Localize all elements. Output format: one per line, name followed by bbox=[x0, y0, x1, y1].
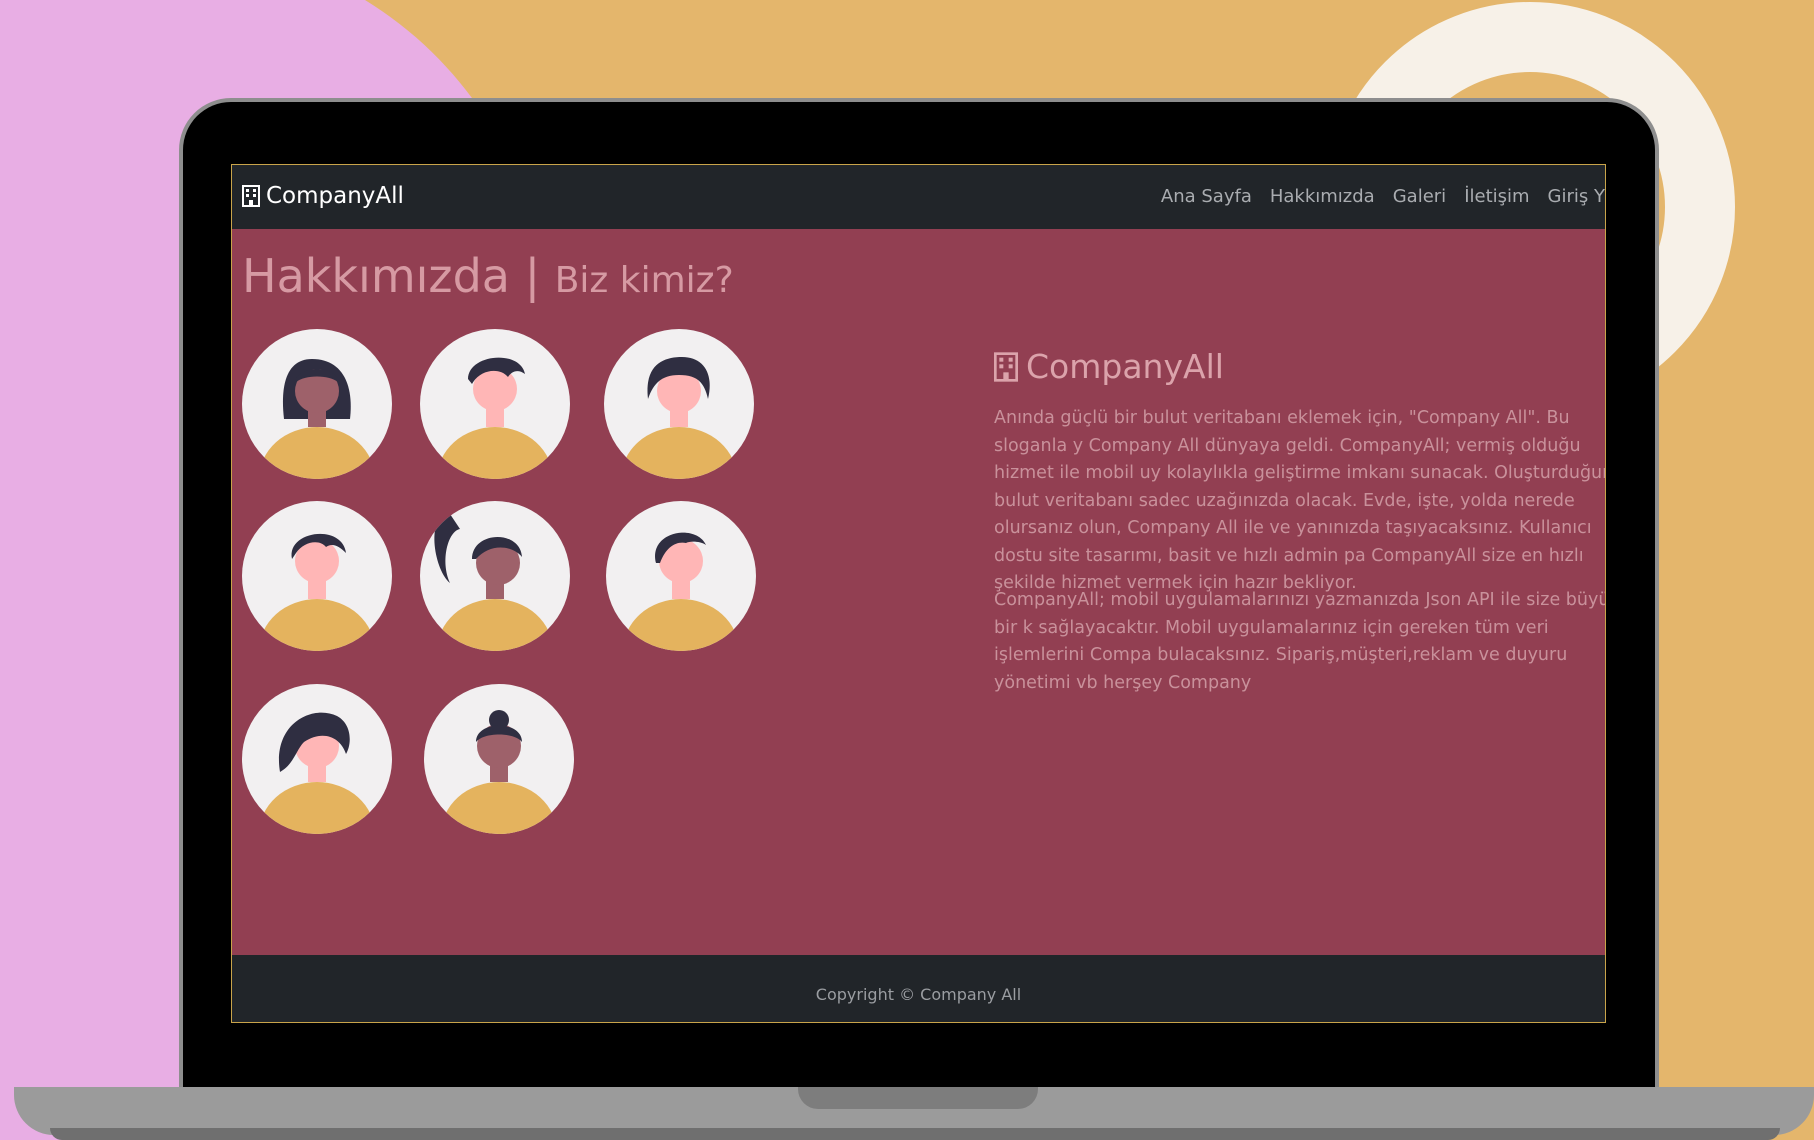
website-screen: CompanyAll Ana Sayfa Hakkımızda Galeri İ… bbox=[231, 164, 1606, 1023]
avatar-1 bbox=[242, 329, 392, 479]
building-icon bbox=[242, 185, 260, 207]
company-description-1: Anında güçlü bir bulut veritabanı ekleme… bbox=[994, 408, 1605, 593]
nav-link-contact[interactable]: İletişim bbox=[1464, 186, 1529, 207]
navbar-brand[interactable]: CompanyAll bbox=[242, 183, 404, 209]
avatar-1-icon bbox=[259, 359, 375, 479]
avatar-8-icon bbox=[441, 710, 557, 834]
avatar-4 bbox=[242, 501, 392, 651]
brand-label: CompanyAll bbox=[266, 183, 404, 209]
avatar-3-icon bbox=[621, 357, 737, 479]
navbar: CompanyAll Ana Sayfa Hakkımızda Galeri İ… bbox=[232, 165, 1605, 229]
company-description-2: CompanyAll; mobil uygulamalarınızı yazma… bbox=[994, 590, 1605, 693]
avatar-2 bbox=[420, 329, 570, 479]
nav-link-login[interactable]: Giriş Y bbox=[1548, 186, 1605, 207]
page-title-main: Hakkımızda | bbox=[242, 249, 541, 303]
building-icon bbox=[994, 351, 1018, 382]
avatar-5 bbox=[420, 501, 570, 651]
page-title-sub: Biz kimiz? bbox=[554, 260, 734, 301]
company-title-label: CompanyAll bbox=[1026, 347, 1224, 386]
footer-copyright: Copyright © Company All bbox=[815, 985, 1022, 1004]
avatar-5-icon bbox=[434, 511, 553, 651]
avatar-8 bbox=[424, 684, 574, 834]
avatar-6 bbox=[606, 501, 756, 651]
avatar-4-icon bbox=[259, 533, 375, 651]
page-title: Hakkımızda | Biz kimiz? bbox=[242, 249, 734, 303]
avatar-6-icon bbox=[623, 532, 739, 651]
nav-links: Ana Sayfa Hakkımızda Galeri İletişim Gir… bbox=[1161, 186, 1605, 207]
company-title: CompanyAll bbox=[994, 347, 1224, 386]
avatar-2-icon bbox=[437, 357, 553, 479]
footer: Copyright © Company All bbox=[232, 955, 1605, 1022]
nav-link-about[interactable]: Hakkımızda bbox=[1270, 186, 1375, 207]
laptop-base-lip bbox=[50, 1128, 1780, 1140]
avatar-7 bbox=[242, 684, 392, 834]
avatar-3 bbox=[604, 329, 754, 479]
nav-link-gallery[interactable]: Galeri bbox=[1393, 186, 1446, 207]
avatar-7-icon bbox=[259, 712, 375, 834]
nav-link-home[interactable]: Ana Sayfa bbox=[1161, 186, 1252, 207]
laptop-notch bbox=[798, 1087, 1038, 1109]
